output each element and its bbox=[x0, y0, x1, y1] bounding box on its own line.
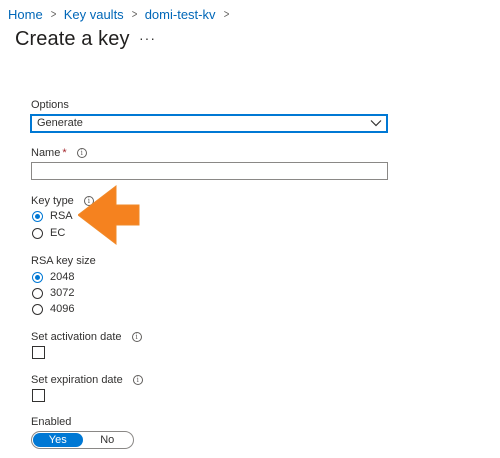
required-mark: * bbox=[62, 147, 67, 159]
key-type-option-label: RSA bbox=[50, 210, 73, 222]
breadcrumb: Home > Key vaults > domi-test-kv > bbox=[8, 5, 237, 23]
name-input[interactable] bbox=[31, 162, 388, 180]
rsa-key-size-option-label: 4096 bbox=[50, 303, 75, 315]
rsa-key-size-option-3072[interactable]: 3072 bbox=[32, 287, 74, 299]
radio-unselected-icon[interactable] bbox=[32, 287, 43, 299]
options-dropdown[interactable]: Generate bbox=[30, 114, 388, 133]
orange-arrow-icon bbox=[78, 184, 140, 246]
radio-selected-icon[interactable] bbox=[32, 210, 43, 222]
breadcrumb-vault-link[interactable]: domi-test-kv bbox=[145, 7, 216, 22]
activation-date-label: Set activation date i bbox=[31, 331, 142, 343]
page-title: Create a key bbox=[15, 28, 130, 50]
rsa-key-size-option-4096[interactable]: 4096 bbox=[32, 303, 74, 315]
expiration-date-label: Set expiration date i bbox=[31, 374, 143, 386]
chevron-right-icon: > bbox=[223, 7, 229, 21]
name-label: Name * i bbox=[31, 147, 87, 159]
enabled-toggle[interactable]: Yes No bbox=[31, 431, 134, 449]
chevron-right-icon: > bbox=[50, 7, 57, 21]
info-icon[interactable]: i bbox=[76, 148, 87, 158]
key-type-label-text: Key type bbox=[31, 195, 74, 207]
breadcrumb-key-vaults-link[interactable]: Key vaults bbox=[64, 7, 124, 22]
name-label-text: Name bbox=[31, 147, 61, 159]
rsa-key-size-option-2048[interactable]: 2048 bbox=[32, 271, 74, 283]
key-type-option-rsa[interactable]: RSA bbox=[32, 210, 73, 222]
activation-date-checkbox[interactable] bbox=[32, 346, 45, 359]
more-options-button[interactable]: ··· bbox=[139, 30, 156, 46]
key-type-option-ec[interactable]: EC bbox=[32, 227, 65, 239]
rsa-key-size-option-label: 3072 bbox=[50, 287, 75, 299]
enabled-no-option[interactable]: No bbox=[83, 433, 133, 447]
info-icon[interactable]: i bbox=[132, 375, 143, 385]
enabled-label: Enabled bbox=[31, 416, 72, 428]
expiration-date-checkbox[interactable] bbox=[32, 389, 45, 402]
radio-selected-icon[interactable] bbox=[32, 271, 43, 283]
options-label: Options bbox=[31, 99, 69, 111]
enabled-yes-option[interactable]: Yes bbox=[33, 433, 83, 447]
radio-unselected-icon[interactable] bbox=[32, 227, 43, 239]
key-type-option-label: EC bbox=[50, 227, 66, 239]
rsa-key-size-label: RSA key size bbox=[31, 255, 96, 267]
expiration-date-label-text: Set expiration date bbox=[31, 374, 123, 386]
breadcrumb-home-link[interactable]: Home bbox=[8, 7, 43, 22]
chevron-down-icon bbox=[370, 120, 382, 127]
chevron-right-icon: > bbox=[131, 7, 138, 21]
radio-unselected-icon[interactable] bbox=[32, 303, 43, 315]
info-icon[interactable]: i bbox=[131, 332, 142, 342]
options-selected-value: Generate bbox=[37, 117, 83, 129]
rsa-key-size-option-label: 2048 bbox=[50, 271, 75, 283]
activation-date-label-text: Set activation date bbox=[31, 331, 122, 343]
